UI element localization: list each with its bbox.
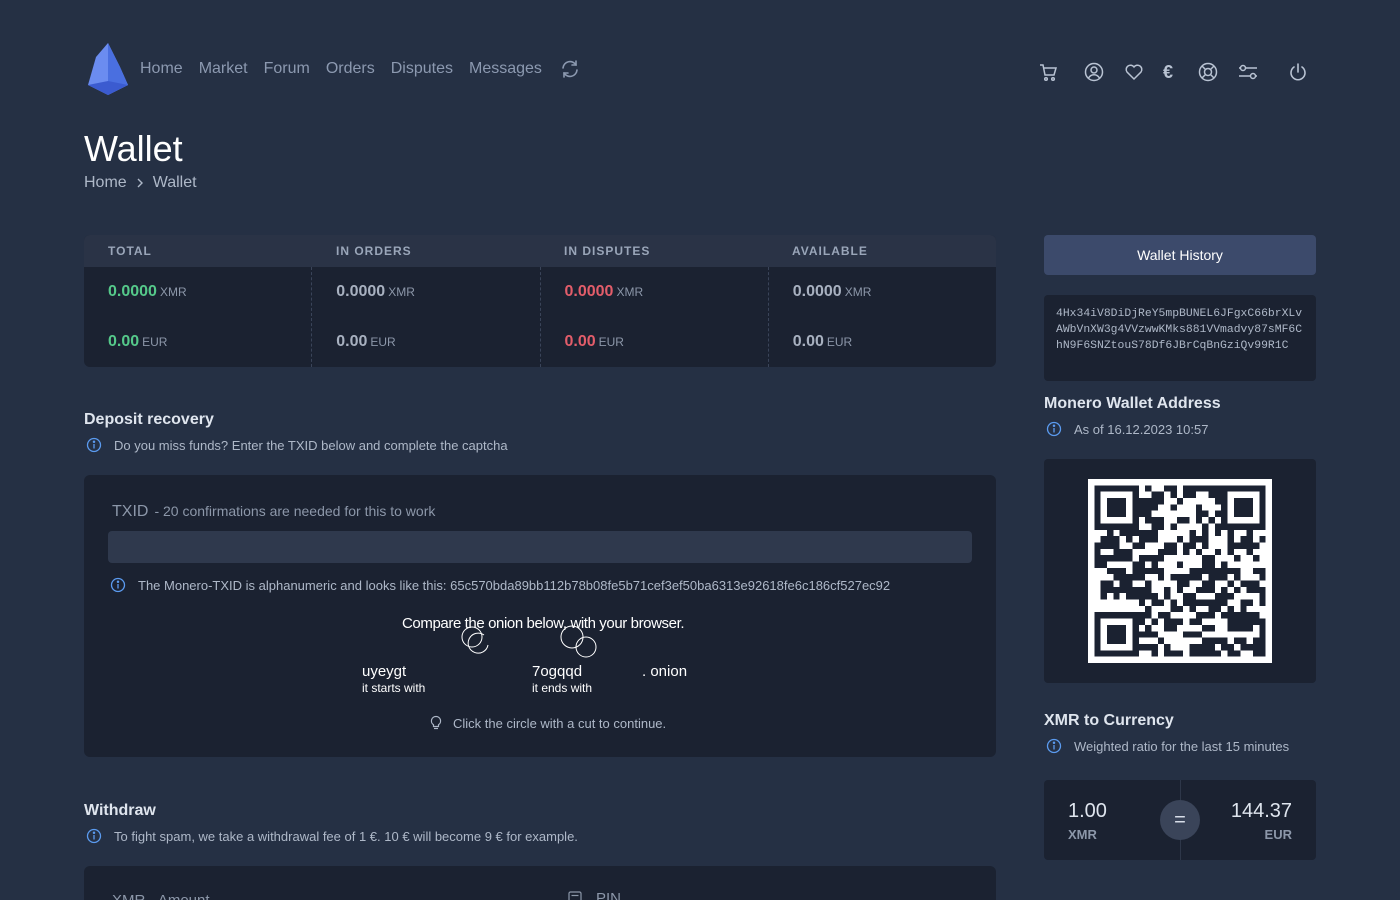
captcha-hint-text: Click the circle with a cut to continue. (453, 715, 667, 731)
conversion-note-text: Weighted ratio for the last 15 minutes (1074, 738, 1290, 754)
header-available: AVAILABLE (792, 244, 868, 258)
captcha-start: uyeygt (362, 663, 407, 680)
settings-icon[interactable] (1236, 60, 1260, 84)
power-icon[interactable] (1286, 60, 1310, 84)
qr-container (1044, 459, 1316, 683)
qr-code (1088, 479, 1272, 663)
txid-label-text: TXID (112, 503, 149, 520)
withdraw-note-text: To fight spam, we take a withdrawal fee … (114, 828, 578, 844)
withdraw-form: XMR - Amount PIN (84, 866, 996, 900)
xmr-amount: 1.00 (1068, 800, 1107, 822)
top-nav: Home Market Forum Orders Disputes Messag… (86, 40, 580, 98)
heart-icon[interactable] (1122, 60, 1146, 84)
nav-actions: € (1036, 60, 1310, 84)
txid-label: TXID - 20 confirmations are needed for th… (112, 503, 435, 521)
nav-orders[interactable]: Orders (326, 60, 375, 78)
deposit-form: TXID - 20 confirmations are needed for th… (84, 475, 996, 757)
txid-sublabel: - 20 confirmations are needed for this t… (154, 503, 436, 519)
txid-note-text: The Monero-TXID is alphanumeric and look… (138, 577, 891, 593)
info-icon (86, 828, 102, 844)
user-icon[interactable] (1082, 60, 1106, 84)
captcha-cut-circle[interactable] (467, 632, 489, 654)
page-title: Wallet (84, 128, 183, 169)
in-disputes-column: 0.0000 XMR 0.00 EUR (541, 267, 769, 367)
lightbulb-icon (430, 715, 442, 730)
captcha-end-label: it ends with (532, 681, 593, 695)
wallet-address-title: Monero Wallet Address (1044, 395, 1221, 412)
deposit-recovery-title: Deposit recovery (84, 411, 214, 428)
withdraw-note: To fight spam, we take a withdrawal fee … (86, 828, 578, 844)
support-icon[interactable] (1196, 60, 1220, 84)
pin-label-text: PIN (596, 890, 622, 900)
keypad-icon (568, 890, 582, 900)
total-xmr: 0.0000 (108, 283, 157, 300)
refresh-icon[interactable] (560, 59, 580, 79)
info-icon (1046, 421, 1062, 437)
deposit-note: Do you miss funds? Enter the TXID below … (86, 437, 508, 453)
withdraw-title: Withdraw (84, 802, 156, 819)
captcha-end: 7ogqqd (532, 663, 583, 680)
logo[interactable] (86, 41, 130, 97)
balance-summary: TOTAL IN ORDERS IN DISPUTES AVAILABLE 0.… (84, 235, 996, 367)
unit-xmr: XMR (616, 285, 644, 299)
conversion-card: 1.00 XMR = 144.37 EUR (1044, 780, 1316, 860)
captcha-hint: Click the circle with a cut to continue. (429, 715, 666, 731)
wallet-address[interactable]: 4Hx34iV8DiDjReY5mpBUNEL6JFgxC66brXLvAWbV… (1044, 295, 1316, 381)
txid-input[interactable] (108, 531, 972, 563)
unit-eur: EUR (598, 335, 624, 349)
xmr-unit: XMR (1068, 827, 1097, 842)
nav-messages[interactable]: Messages (469, 60, 542, 78)
equals-badge: = (1160, 800, 1200, 840)
in-disputes-xmr: 0.0000 (564, 283, 614, 300)
cart-icon[interactable] (1036, 60, 1060, 84)
in-orders-eur: 0.00 (336, 333, 368, 350)
info-icon (1046, 738, 1062, 754)
unit-eur: EUR (142, 335, 168, 349)
info-icon (110, 577, 126, 593)
header-in-disputes: IN DISPUTES (564, 244, 651, 258)
breadcrumb-home[interactable]: Home (84, 174, 127, 192)
captcha-circle[interactable] (575, 636, 597, 658)
chevron-right-icon (137, 178, 143, 188)
unit-xmr: XMR (159, 285, 187, 299)
nav-disputes[interactable]: Disputes (391, 60, 453, 78)
captcha: Compare the onion below, with your brows… (354, 611, 714, 701)
nav-market[interactable]: Market (199, 60, 248, 78)
nav-forum[interactable]: Forum (264, 60, 310, 78)
breadcrumb: Home Wallet (84, 174, 197, 192)
amount-label: XMR - Amount (112, 892, 210, 900)
unit-xmr: XMR (388, 285, 415, 299)
captcha-start-label: it starts with (362, 681, 426, 695)
eur-amount: 144.37 (1230, 800, 1292, 822)
breadcrumb-current: Wallet (152, 174, 197, 191)
pin-label: PIN (568, 890, 621, 900)
unit-eur: EUR (370, 335, 396, 349)
deposit-note-text: Do you miss funds? Enter the TXID below … (114, 437, 508, 453)
in-orders-column: 0.0000 XMR 0.00 EUR (312, 267, 541, 367)
in-orders-xmr: 0.0000 (336, 283, 386, 300)
header-total: TOTAL (108, 244, 152, 258)
conversion-title: XMR to Currency (1044, 712, 1174, 729)
euro-icon[interactable]: € (1156, 60, 1180, 84)
unit-xmr: XMR (844, 285, 872, 299)
in-disputes-eur: 0.00 (564, 333, 596, 350)
total-eur: 0.00 (108, 333, 140, 350)
txid-note: The Monero-TXID is alphanumeric and look… (110, 577, 890, 593)
available-column: 0.0000 XMR 0.00 EUR (769, 267, 996, 367)
unit-eur: EUR (826, 335, 853, 349)
nav-home[interactable]: Home (140, 60, 183, 78)
captcha-title: Compare the onion below, with your brows… (402, 615, 685, 632)
eur-unit: EUR (1264, 827, 1292, 842)
conversion-note: Weighted ratio for the last 15 minutes (1046, 738, 1289, 754)
header-in-orders: IN ORDERS (336, 244, 412, 258)
info-icon (86, 437, 102, 453)
available-eur: 0.00 (792, 333, 824, 350)
available-xmr: 0.0000 (792, 283, 842, 300)
wallet-address-date: As of 16.12.2023 10:57 (1046, 421, 1208, 437)
wallet-history-button[interactable]: Wallet History (1044, 235, 1316, 275)
captcha-suffix: . onion (642, 663, 688, 680)
total-column: 0.0000 XMR 0.00 EUR (84, 267, 313, 367)
wallet-address-date-text: As of 16.12.2023 10:57 (1074, 421, 1209, 437)
